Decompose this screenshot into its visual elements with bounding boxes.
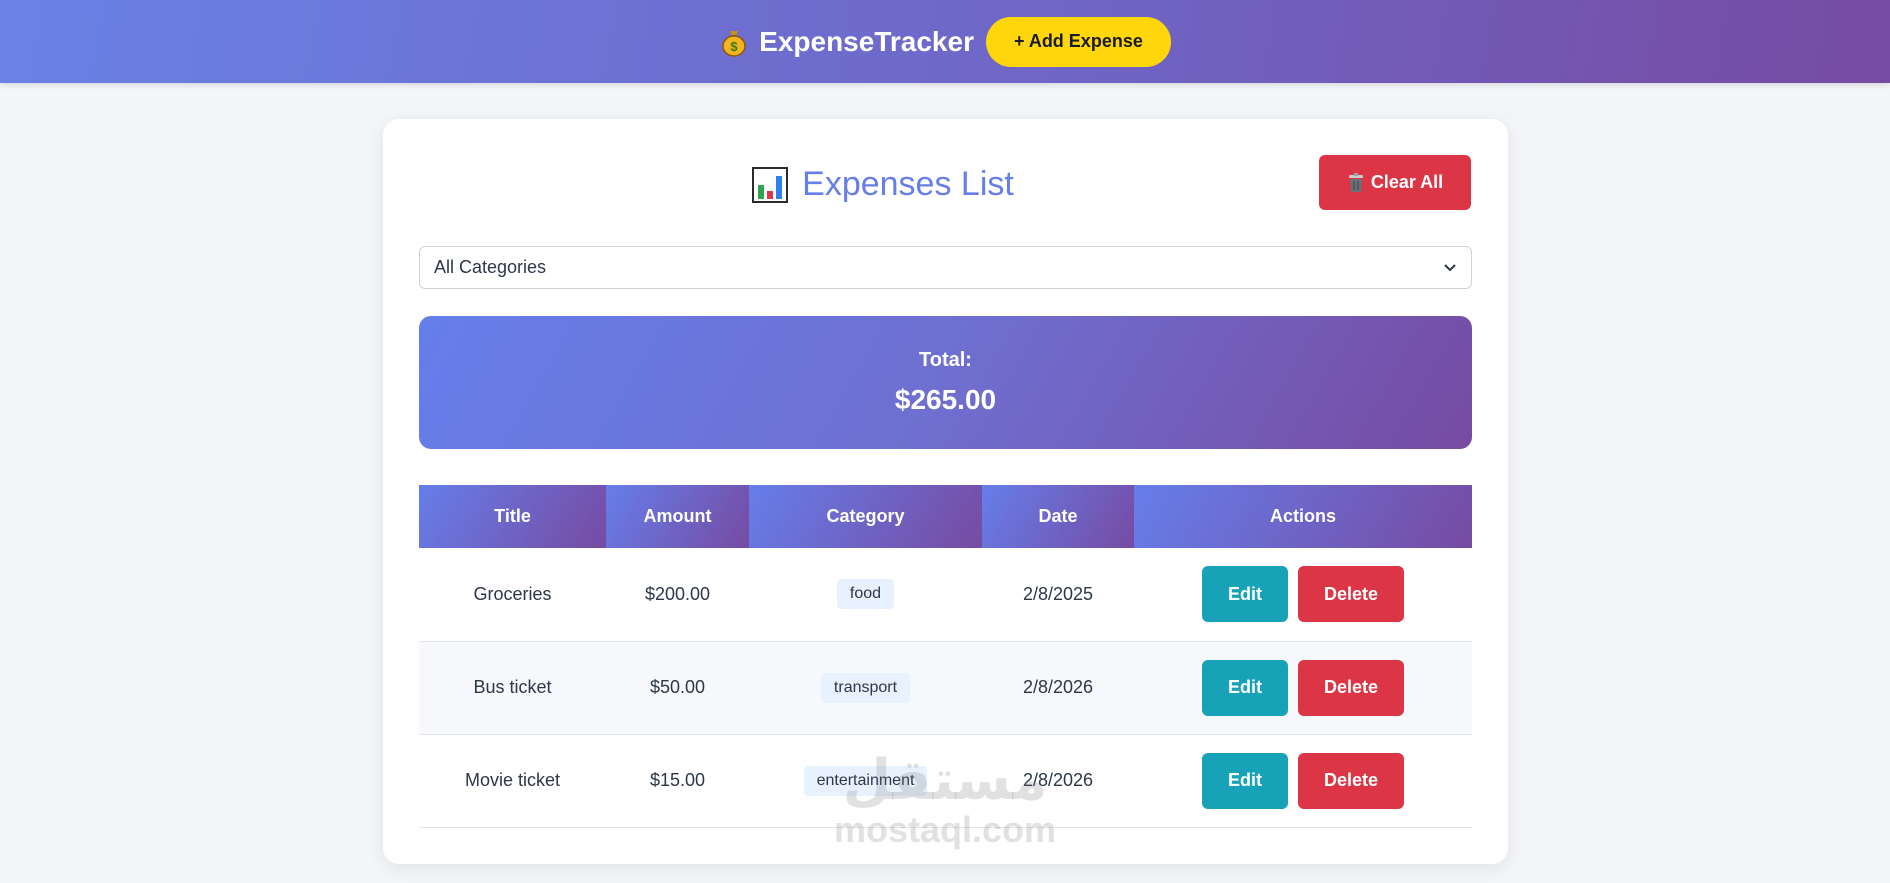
category-filter-value: All Categories — [434, 257, 547, 277]
edit-button[interactable]: Edit — [1202, 659, 1288, 716]
delete-button[interactable]: Delete — [1298, 752, 1404, 809]
delete-button[interactable]: Delete — [1298, 659, 1404, 716]
expense-actions: Edit Delete — [1134, 641, 1472, 735]
column-header-category[interactable]: Category — [749, 485, 982, 548]
expense-actions: Edit Delete — [1134, 548, 1472, 642]
column-header-title[interactable]: Title — [419, 485, 606, 548]
expense-amount: $15.00 — [606, 734, 749, 828]
edit-button[interactable]: Edit — [1202, 752, 1288, 809]
expense-title: Groceries — [419, 548, 606, 642]
add-expense-button[interactable]: + Add Expense — [985, 16, 1171, 67]
top-navbar: $ ExpenseTracker + Add Expense — [0, 0, 1890, 83]
expense-category-cell: food — [749, 548, 982, 642]
clear-all-button[interactable]: Clear All — [1319, 155, 1471, 210]
watermark: مستقل mostaql.com — [830, 752, 1060, 848]
column-header-date[interactable]: Date — [982, 485, 1134, 548]
category-badge: food — [836, 579, 895, 610]
expense-title: Bus ticket — [419, 641, 606, 735]
edit-button[interactable]: Edit — [1202, 566, 1288, 623]
category-filter-select[interactable]: All Categories — [419, 246, 1472, 289]
page-title: Expenses List — [383, 165, 1383, 204]
watermark-latin: mostaql.com — [833, 809, 1057, 850]
delete-button[interactable]: Delete — [1298, 566, 1404, 623]
expense-actions: Edit Delete — [1134, 734, 1472, 828]
money-bag-icon: $ — [722, 30, 746, 57]
total-value: $265.00 — [894, 384, 997, 415]
chevron-down-icon — [1444, 263, 1456, 271]
category-badge: transport — [820, 672, 911, 703]
column-header-actions: Actions — [1134, 485, 1472, 548]
expense-category-cell: transport — [749, 641, 982, 735]
brand[interactable]: $ ExpenseTracker — [719, 26, 974, 58]
table-header-row: Title Amount Category Date Actions — [419, 485, 1472, 548]
watermark-arabic: مستقل — [842, 748, 1048, 811]
expense-amount: $50.00 — [606, 641, 749, 735]
table-row: Groceries $200.00 food 2/8/2025 Edit Del… — [419, 548, 1472, 642]
expense-date: 2/8/2026 — [982, 641, 1134, 735]
total-label: Total: — [919, 349, 972, 371]
brand-name: ExpenseTracker — [759, 25, 974, 57]
svg-text:$: $ — [731, 39, 739, 54]
total-summary: Total: $265.00 — [419, 316, 1472, 449]
bar-chart-icon — [752, 166, 789, 203]
expense-date: 2/8/2025 — [982, 548, 1134, 642]
trash-icon — [1348, 172, 1363, 192]
clear-all-label: Clear All — [1370, 172, 1444, 192]
column-header-amount[interactable]: Amount — [606, 485, 749, 548]
table-row: Bus ticket $50.00 transport 2/8/2026 Edi… — [419, 641, 1472, 735]
expense-title: Movie ticket — [419, 734, 606, 828]
page-title-text: Expenses List — [802, 165, 1014, 203]
expense-amount: $200.00 — [606, 548, 749, 642]
